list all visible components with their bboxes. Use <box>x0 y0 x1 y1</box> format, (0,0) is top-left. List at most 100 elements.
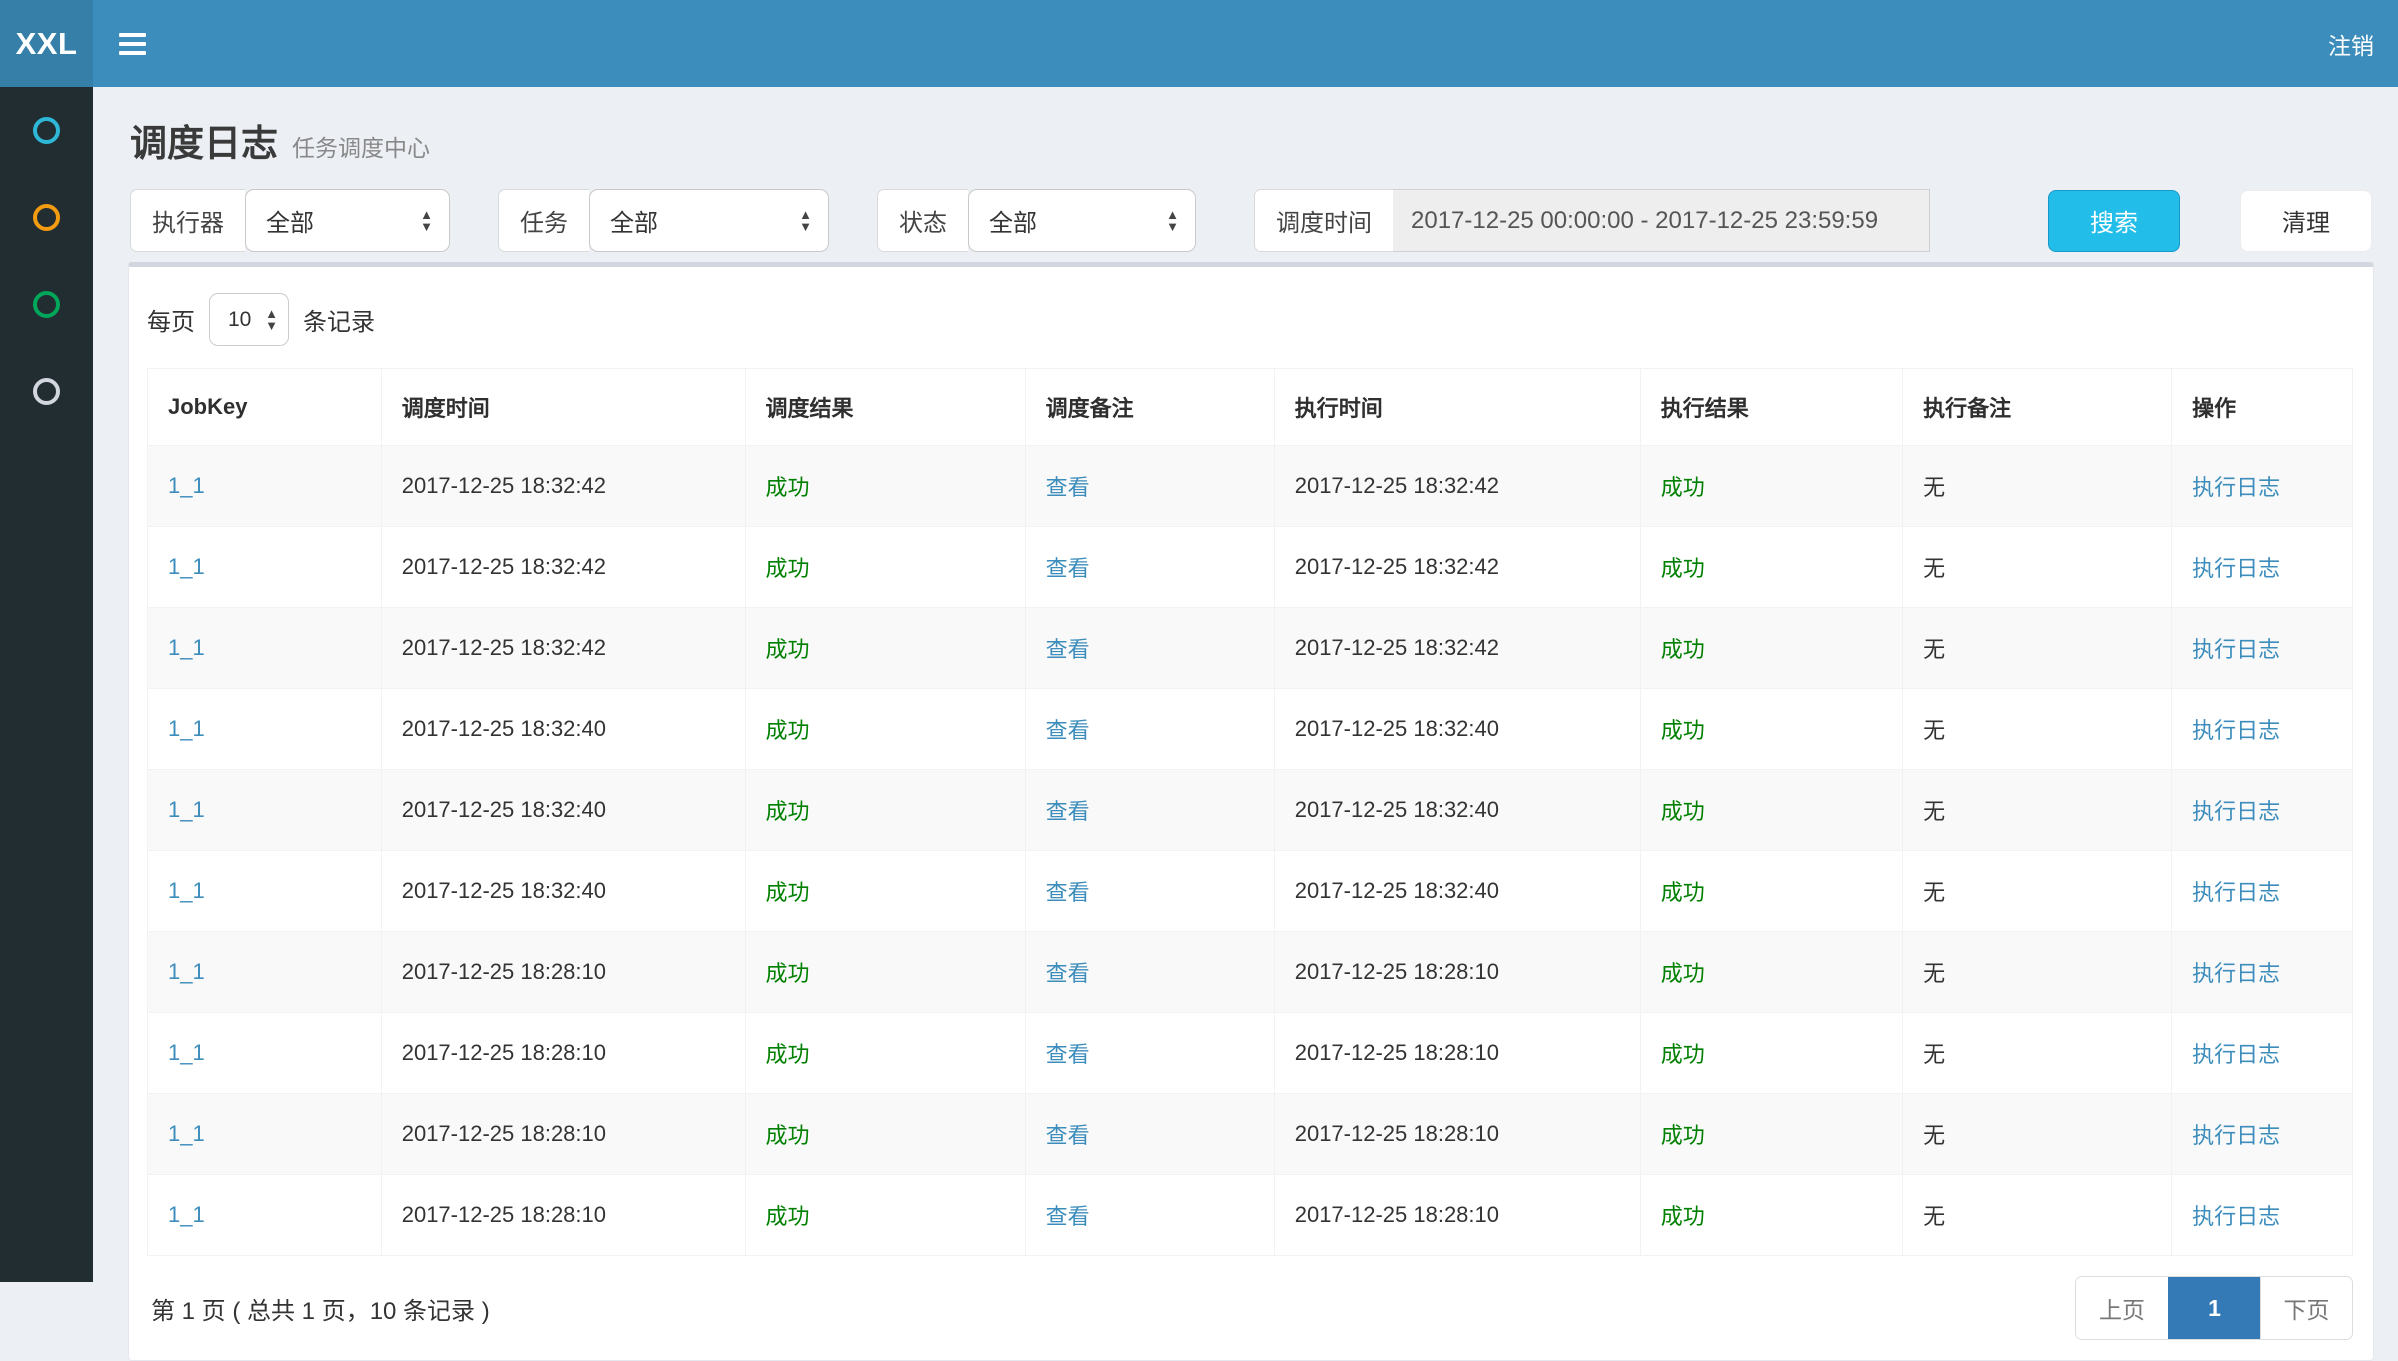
jobkey-link[interactable]: 1_1 <box>168 1202 205 1227</box>
execute-log-link[interactable]: 执行日志 <box>2192 556 2280 581</box>
handle-result-text-cell: 成功 <box>1640 608 1902 689</box>
execute-log-link[interactable]: 执行日志 <box>2192 961 2280 986</box>
handle-result-text-cell: 成功 <box>1640 527 1902 608</box>
column-header: JobKey <box>148 369 382 446</box>
execute-log-link-cell: 执行日志 <box>2172 689 2353 770</box>
trigger-result-text: 成功 <box>766 637 810 662</box>
status-select[interactable]: 全部 ▲▼ <box>968 189 1196 252</box>
jobkey-link[interactable]: 1_1 <box>168 554 205 579</box>
trigger-result-text: 成功 <box>766 556 810 581</box>
handle-time-cell: 2017-12-25 18:28:10 <box>1274 1013 1640 1094</box>
select-arrows-icon: ▲▼ <box>265 308 278 330</box>
executor-select-value: 全部 <box>266 203 314 238</box>
sidebar-toggle-button[interactable] <box>93 0 172 87</box>
execute-log-link[interactable]: 执行日志 <box>2192 637 2280 662</box>
logout-button[interactable]: 注销 <box>2304 0 2398 87</box>
page-length-select[interactable]: 10 ▲▼ <box>209 293 289 346</box>
trigger-msg-link[interactable]: 查看 <box>1046 718 1090 743</box>
handle-result-text-cell: 成功 <box>1640 1175 1902 1256</box>
trigger-msg-link[interactable]: 查看 <box>1046 1042 1090 1067</box>
trigger-msg-link-cell: 查看 <box>1025 770 1274 851</box>
table-row: 1_12017-12-25 18:32:40成功查看2017-12-25 18:… <box>148 851 2353 932</box>
handle-time-cell: 2017-12-25 18:28:10 <box>1274 1094 1640 1175</box>
job-select-value: 全部 <box>610 203 658 238</box>
column-header: 执行备注 <box>1903 369 2172 446</box>
sidebar-item-dashboard[interactable] <box>0 87 93 174</box>
page-title: 调度日志 <box>130 113 278 167</box>
table-row: 1_12017-12-25 18:28:10成功查看2017-12-25 18:… <box>148 932 2353 1013</box>
trigger-msg-link[interactable]: 查看 <box>1046 799 1090 824</box>
trigger-time-cell: 2017-12-25 18:32:40 <box>381 851 745 932</box>
trigger-time-cell: 2017-12-25 18:32:42 <box>381 527 745 608</box>
next-page-button[interactable]: 下页 <box>2260 1277 2352 1339</box>
handle-msg-cell: 无 <box>1903 770 2172 851</box>
handle-msg-cell: 无 <box>1903 932 2172 1013</box>
trigger-time-cell: 2017-12-25 18:32:42 <box>381 446 745 527</box>
current-page-button[interactable]: 1 <box>2168 1277 2260 1339</box>
handle-msg-cell: 无 <box>1903 527 2172 608</box>
execute-log-link-cell: 执行日志 <box>2172 527 2353 608</box>
execute-log-link[interactable]: 执行日志 <box>2192 718 2280 743</box>
jobkey-link[interactable]: 1_1 <box>168 878 205 903</box>
page-length-value: 10 <box>228 308 251 332</box>
jobkey-link[interactable]: 1_1 <box>168 959 205 984</box>
trigger-time-filter-group: 调度时间 2017-12-25 00:00:00 - 2017-12-25 23… <box>1254 189 1930 252</box>
trigger-result-text: 成功 <box>766 1042 810 1067</box>
trigger-msg-link-cell: 查看 <box>1025 689 1274 770</box>
trigger-msg-link-cell: 查看 <box>1025 851 1274 932</box>
panel-footer: 第 1 页 ( 总共 1 页，10 条记录 ) 上页 1 下页 <box>147 1276 2353 1340</box>
handle-result-text: 成功 <box>1661 799 1705 824</box>
trigger-msg-link-cell: 查看 <box>1025 1175 1274 1256</box>
jobkey-link[interactable]: 1_1 <box>168 716 205 741</box>
trigger-msg-link[interactable]: 查看 <box>1046 961 1090 986</box>
search-button[interactable]: 搜索 <box>2048 190 2180 252</box>
handle-time-cell: 2017-12-25 18:32:42 <box>1274 527 1640 608</box>
execute-log-link[interactable]: 执行日志 <box>2192 475 2280 500</box>
trigger-msg-link[interactable]: 查看 <box>1046 1123 1090 1148</box>
trigger-msg-link[interactable]: 查看 <box>1046 475 1090 500</box>
circle-outline-icon <box>33 291 60 318</box>
clear-button[interactable]: 清理 <box>2240 190 2372 252</box>
execute-log-link[interactable]: 执行日志 <box>2192 880 2280 905</box>
page-length-suffix: 条记录 <box>303 302 375 337</box>
trigger-msg-link-cell: 查看 <box>1025 446 1274 527</box>
handle-msg-cell: 无 <box>1903 689 2172 770</box>
executor-select[interactable]: 全部 ▲▼ <box>245 189 450 252</box>
jobkey-link[interactable]: 1_1 <box>168 797 205 822</box>
sidebar-item-job-manage[interactable] <box>0 174 93 261</box>
handle-result-text-cell: 成功 <box>1640 689 1902 770</box>
execute-log-link[interactable]: 执行日志 <box>2192 1042 2280 1067</box>
jobkey-link-cell: 1_1 <box>148 527 382 608</box>
execute-log-link[interactable]: 执行日志 <box>2192 1204 2280 1229</box>
select-arrows-icon: ▲▼ <box>799 209 812 231</box>
execute-log-link[interactable]: 执行日志 <box>2192 799 2280 824</box>
prev-page-button[interactable]: 上页 <box>2076 1277 2168 1339</box>
execute-log-link-cell: 执行日志 <box>2172 1094 2353 1175</box>
trigger-time-filter-label: 调度时间 <box>1254 189 1393 252</box>
jobkey-link[interactable]: 1_1 <box>168 1040 205 1065</box>
job-select[interactable]: 全部 ▲▼ <box>589 189 829 252</box>
column-header: 调度备注 <box>1025 369 1274 446</box>
trigger-result-text-cell: 成功 <box>745 1175 1025 1256</box>
jobkey-link[interactable]: 1_1 <box>168 635 205 660</box>
app-logo[interactable]: XXL <box>0 0 93 87</box>
handle-result-text: 成功 <box>1661 1204 1705 1229</box>
trigger-msg-link[interactable]: 查看 <box>1046 556 1090 581</box>
sidebar-item-job-log[interactable] <box>0 261 93 348</box>
execute-log-link[interactable]: 执行日志 <box>2192 1123 2280 1148</box>
trigger-time-cell: 2017-12-25 18:28:10 <box>381 1175 745 1256</box>
trigger-time-range-input[interactable]: 2017-12-25 00:00:00 - 2017-12-25 23:59:5… <box>1393 189 1930 252</box>
execute-log-link-cell: 执行日志 <box>2172 446 2353 527</box>
execute-log-link-cell: 执行日志 <box>2172 770 2353 851</box>
sidebar-item-executor-manage[interactable] <box>0 348 93 435</box>
jobkey-link[interactable]: 1_1 <box>168 1121 205 1146</box>
trigger-msg-link[interactable]: 查看 <box>1046 880 1090 905</box>
jobkey-link[interactable]: 1_1 <box>168 473 205 498</box>
trigger-msg-link[interactable]: 查看 <box>1046 637 1090 662</box>
trigger-msg-link-cell: 查看 <box>1025 1094 1274 1175</box>
table-header-row: JobKey调度时间调度结果调度备注执行时间执行结果执行备注操作 <box>148 369 2353 446</box>
executor-filter-group: 执行器 全部 ▲▼ <box>130 189 450 252</box>
trigger-result-text-cell: 成功 <box>745 851 1025 932</box>
trigger-msg-link[interactable]: 查看 <box>1046 1204 1090 1229</box>
jobkey-link-cell: 1_1 <box>148 446 382 527</box>
